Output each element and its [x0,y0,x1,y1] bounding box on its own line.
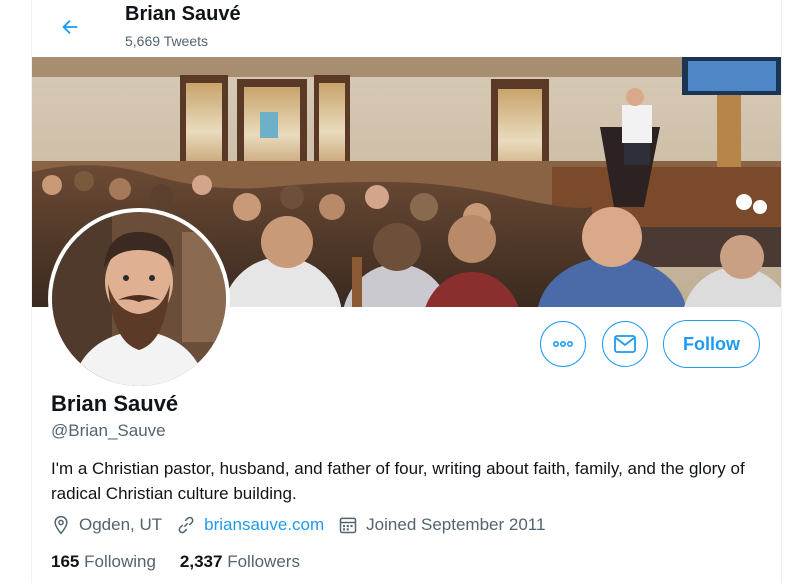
followers-label: Followers [227,552,300,571]
website-item: briansauve.com [176,515,324,535]
following-stat[interactable]: 165 Following [51,552,156,572]
following-label: Following [84,552,156,571]
profile-avatar[interactable] [48,208,230,390]
joined-item: Joined September 2011 [338,515,545,535]
followers-stat[interactable]: 2,337 Followers [180,552,300,572]
calendar-icon [339,517,357,534]
link-icon [178,516,194,534]
arrow-left-icon [62,19,78,35]
location-pin-icon [54,515,68,535]
profile-column: Brian Sauvé 5,669 Tweets Follow Brian Sa… [31,0,782,583]
followers-count: 2,337 [179,552,223,571]
website-link[interactable]: briansauve.com [204,515,324,535]
follow-button[interactable]: Follow [663,320,760,368]
location-item: Ogden, UT [51,515,162,535]
profile-meta: Ogden, UT briansauve.com Joined Septembe… [51,515,559,535]
location-text: Ogden, UT [79,515,163,534]
profile-bio: I'm a Christian pastor, husband, and fat… [51,459,745,503]
profile-stats: 165 Following 2,337 Followers [51,552,324,572]
header-tweet-count: 5,669 Tweets [125,33,209,49]
profile-name: Brian Sauvé [51,391,179,416]
header-name: Brian Sauvé [125,3,241,25]
profile-header: Brian Sauvé 5,669 Tweets [32,0,781,57]
more-button[interactable] [540,321,586,367]
envelope-icon [614,335,636,353]
more-icon [552,341,574,348]
back-button[interactable] [52,9,88,45]
message-button[interactable] [602,321,648,367]
following-count: 165 [51,552,80,571]
joined-text: Joined September 2011 [366,515,546,534]
profile-handle: @Brian_Sauve [51,421,166,440]
